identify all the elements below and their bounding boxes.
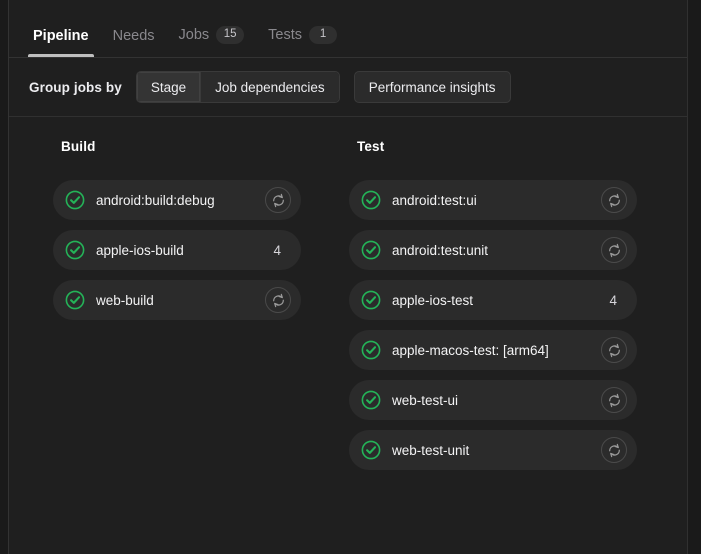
- status-success-icon: [361, 240, 381, 260]
- job-card[interactable]: android:test:unit: [349, 230, 637, 270]
- job-card[interactable]: apple-ios-test 4: [349, 280, 637, 320]
- job-name: apple-macos-test: [arm64]: [392, 342, 549, 358]
- job-card[interactable]: apple-macos-test: [arm64]: [349, 330, 637, 370]
- job-name: web-test-ui: [392, 392, 459, 408]
- status-success-icon: [65, 190, 85, 210]
- job-name: apple-ios-test: [392, 292, 474, 308]
- retry-icon: [272, 293, 284, 307]
- job-card[interactable]: apple-ios-build 4: [53, 230, 301, 270]
- performance-insights-button[interactable]: Performance insights: [353, 71, 511, 103]
- job-card[interactable]: android:build:debug: [53, 180, 301, 220]
- job-card[interactable]: web-build: [53, 280, 301, 320]
- group-jobs-by-segmented-control[interactable]: Stage Job dependencies: [135, 71, 340, 103]
- stage-column-test: Test android:test:ui android:test:unit appl…: [301, 139, 637, 480]
- tab-needs[interactable]: Needs: [101, 28, 167, 57]
- job-name: android:test:ui: [392, 192, 477, 208]
- job-card[interactable]: android:test:ui: [349, 180, 637, 220]
- status-success-icon: [361, 290, 381, 310]
- retry-job-button[interactable]: [601, 337, 627, 363]
- status-success-icon: [361, 440, 381, 460]
- status-success-icon: [361, 390, 381, 410]
- tab-label: Tests: [268, 27, 303, 43]
- group-by-job-dependencies-option[interactable]: Job dependencies: [200, 72, 339, 102]
- retry-icon: [608, 243, 620, 257]
- retry-job-button[interactable]: [601, 387, 627, 413]
- retry-icon: [608, 343, 620, 357]
- status-success-icon: [65, 240, 85, 260]
- status-success-icon: [361, 340, 381, 360]
- status-success-icon: [65, 290, 85, 310]
- job-name: android:build:debug: [96, 192, 215, 208]
- retry-job-button[interactable]: [601, 187, 627, 213]
- retry-icon: [608, 193, 620, 207]
- job-name: apple-ios-build: [96, 242, 184, 258]
- tab-label: Needs: [112, 28, 155, 44]
- stage-column-build: Build android:build:debug apple-ios-build 4…: [9, 139, 301, 480]
- tab-badge: 15: [216, 26, 245, 44]
- job-card[interactable]: web-test-ui: [349, 380, 637, 420]
- tab-pipeline[interactable]: Pipeline: [21, 28, 101, 57]
- stage-title: Build: [61, 139, 96, 154]
- job-parallel-count: 4: [609, 292, 617, 308]
- job-parallel-count: 4: [273, 242, 281, 258]
- tab-badge: 1: [309, 26, 338, 44]
- job-card[interactable]: web-test-unit: [349, 430, 637, 470]
- retry-job-button[interactable]: [265, 287, 291, 313]
- pipeline-panel: Pipeline Needs Jobs 15 Tests 1 Group jobs by …: [8, 0, 688, 554]
- pipeline-toolbar: Group jobs by Stage Job dependencies Perf…: [9, 58, 687, 117]
- job-name: android:test:unit: [392, 242, 489, 258]
- group-jobs-by-label: Group jobs by: [29, 79, 122, 95]
- group-by-stage-option[interactable]: Stage: [136, 72, 201, 102]
- tab-jobs[interactable]: Jobs 15: [167, 26, 257, 57]
- job-name: web-build: [96, 292, 154, 308]
- tab-label: Pipeline: [33, 28, 89, 44]
- retry-job-button[interactable]: [601, 237, 627, 263]
- retry-icon: [608, 443, 620, 457]
- stage-title: Test: [357, 139, 385, 154]
- tab-bar: Pipeline Needs Jobs 15 Tests 1: [9, 0, 687, 58]
- retry-job-button[interactable]: [265, 187, 291, 213]
- status-success-icon: [361, 190, 381, 210]
- job-name: web-test-unit: [392, 442, 470, 458]
- retry-icon: [272, 193, 284, 207]
- tab-tests[interactable]: Tests 1: [256, 26, 349, 57]
- retry-job-button[interactable]: [601, 437, 627, 463]
- tab-label: Jobs: [178, 27, 210, 43]
- pipeline-graph: Build android:build:debug apple-ios-build 4…: [9, 117, 687, 480]
- retry-icon: [608, 393, 620, 407]
